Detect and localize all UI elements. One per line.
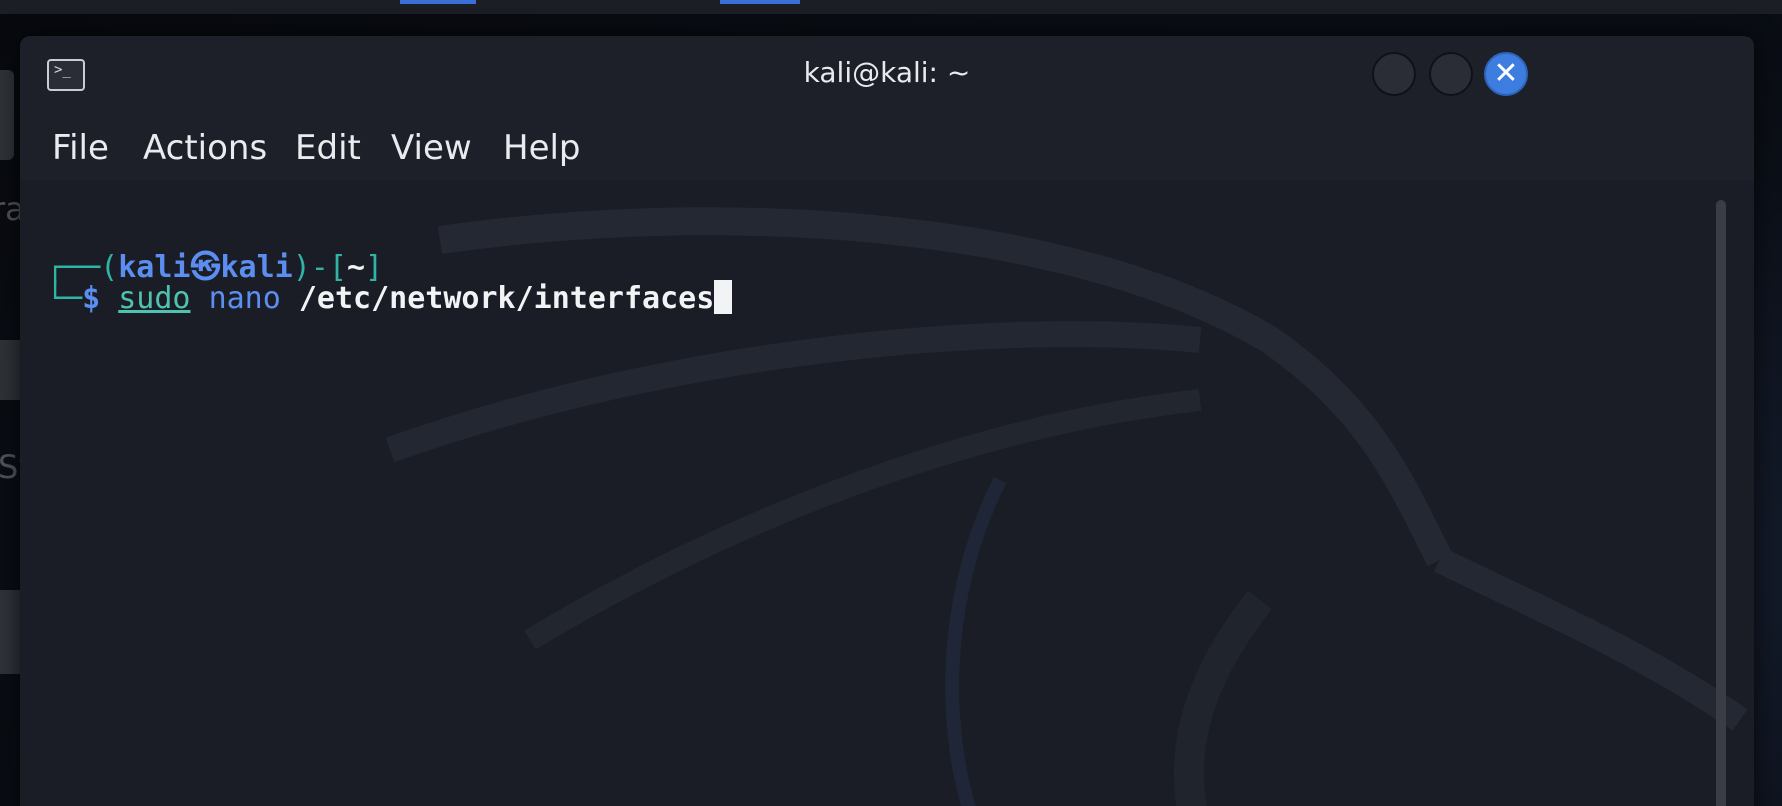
menu-bar: File Actions Edit View Help [20, 118, 1754, 180]
menu-edit[interactable]: Edit [295, 128, 361, 168]
titlebar[interactable]: >_ kali@kali: ~ ✕ [20, 36, 1754, 118]
menu-view[interactable]: View [391, 128, 472, 168]
panel-indicator[interactable] [400, 0, 476, 4]
desktop: rash System >_ kali@kali: ~ ✕ File Actio… [0, 0, 1782, 806]
terminal-area[interactable]: ┌──(kali㉿kali)-[~] └─$ sudo nano /etc/ne… [20, 180, 1754, 806]
menu-actions[interactable]: Actions [143, 128, 267, 168]
menu-help[interactable]: Help [503, 128, 581, 168]
panel-indicator[interactable] [720, 0, 800, 4]
prompt-corner: └─ [46, 281, 83, 316]
command-nano: nano [208, 281, 281, 316]
trash-icon[interactable] [0, 70, 14, 160]
command-sudo: sudo [118, 281, 191, 316]
menu-file[interactable]: File [52, 128, 109, 168]
prompt-line-2: └─$ sudo nano /etc/network/interfaces [46, 280, 733, 316]
text-cursor [714, 280, 733, 314]
command-path: /etc/network/interfaces [298, 281, 715, 316]
close-button[interactable]: ✕ [1484, 52, 1528, 96]
maximize-button[interactable] [1429, 52, 1473, 96]
terminal-window[interactable]: >_ kali@kali: ~ ✕ File Actions Edit View… [20, 36, 1754, 806]
close-icon: ✕ [1493, 56, 1519, 91]
minimize-button[interactable] [1372, 52, 1416, 96]
prompt-dollar: $ [82, 281, 101, 316]
scrollbar[interactable] [1716, 200, 1726, 806]
top-panel [0, 0, 1782, 14]
